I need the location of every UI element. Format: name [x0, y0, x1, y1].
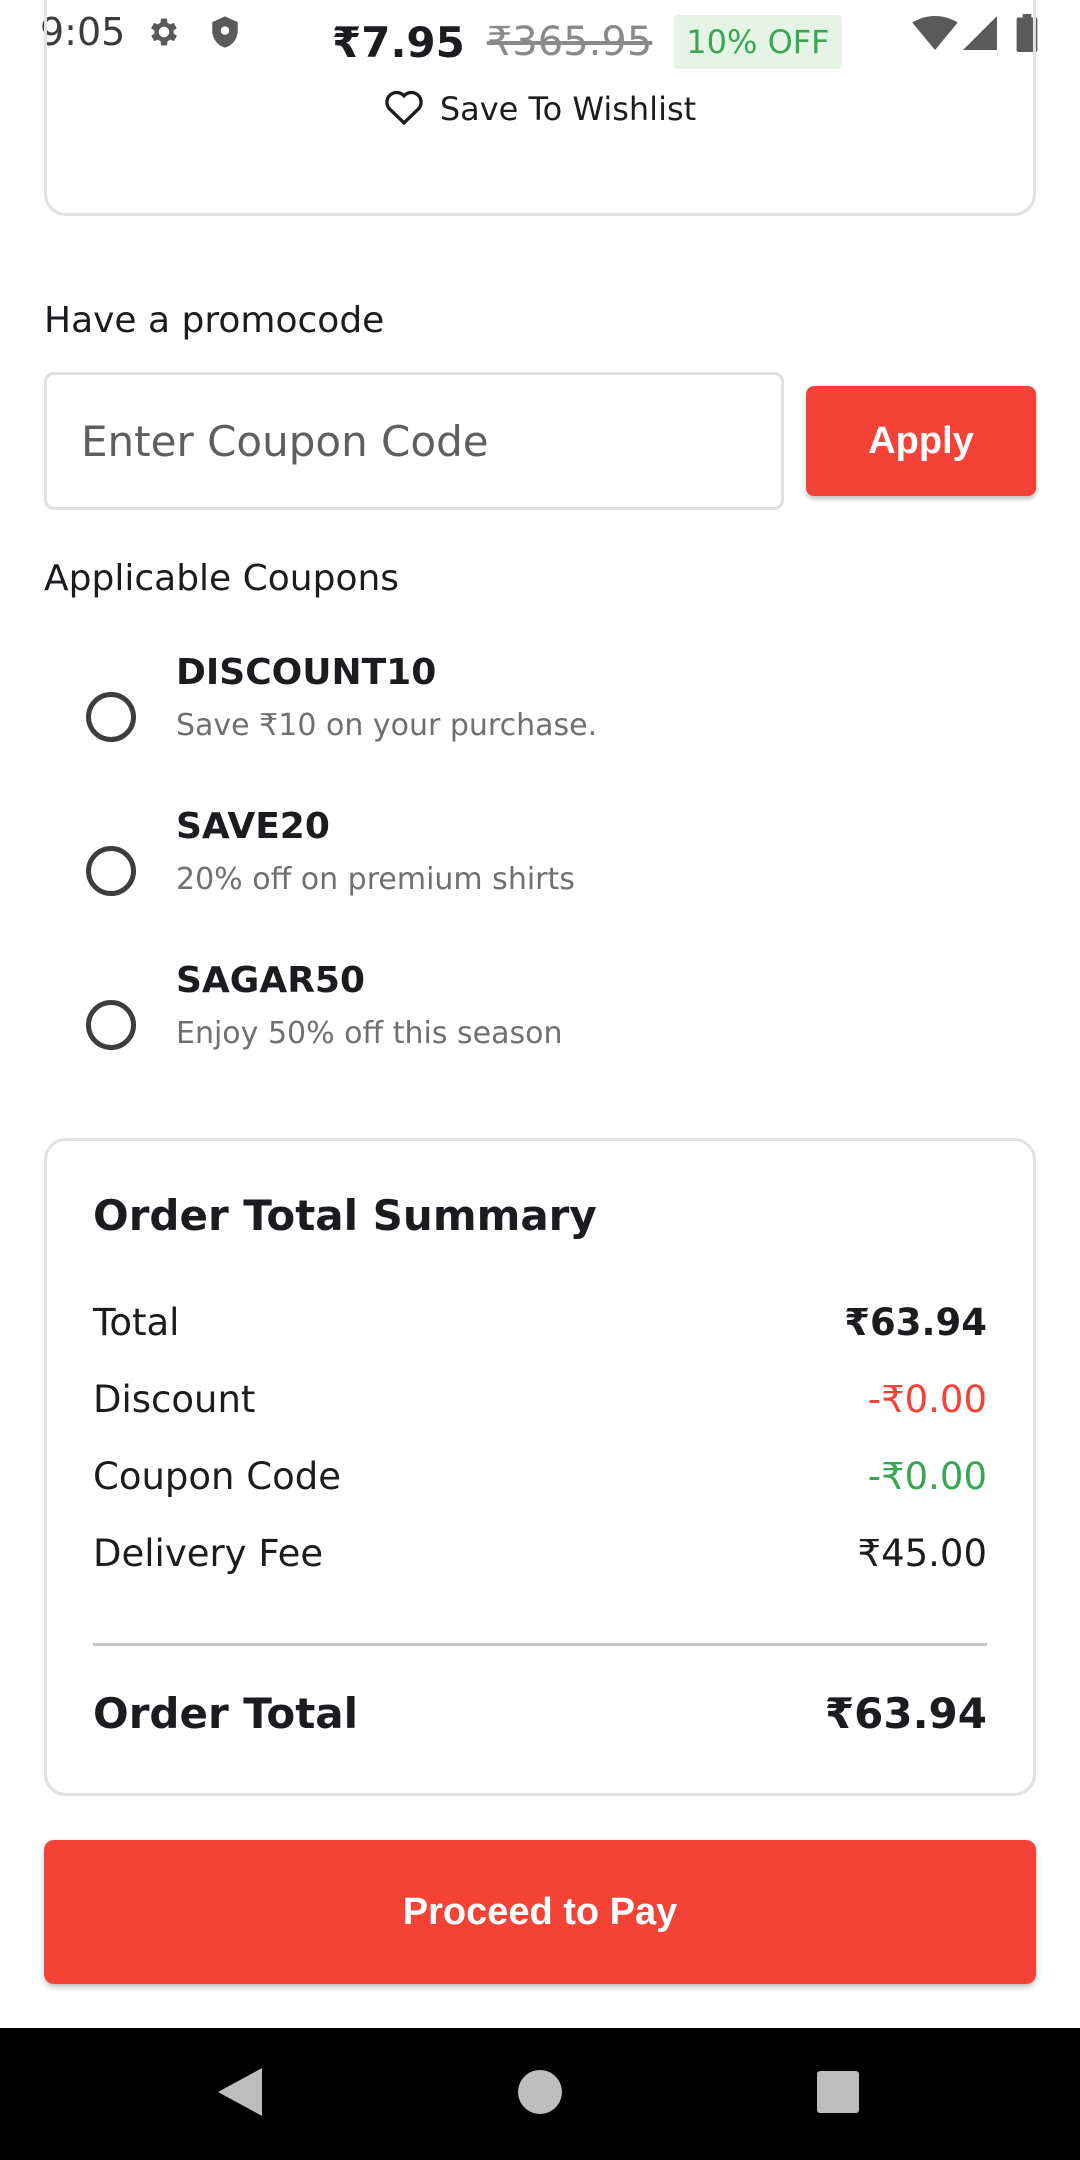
- row-label: Delivery Fee: [93, 1531, 324, 1575]
- row-value: ₹45.00: [857, 1531, 987, 1575]
- coupon-option-discount10[interactable]: DISCOUNT10 Save ₹10 on your purchase.: [44, 652, 1036, 782]
- recents-square-icon: [817, 2071, 859, 2117]
- radio-button[interactable]: [86, 692, 136, 742]
- proceed-to-pay-button[interactable]: Proceed to Pay: [44, 1840, 1036, 1984]
- row-value: -₹0.00: [867, 1454, 987, 1498]
- applicable-coupons-heading: Applicable Coupons: [44, 558, 400, 599]
- coupon-code-input[interactable]: [44, 372, 784, 510]
- coupon-description: Enjoy 50% off this season: [176, 1016, 563, 1051]
- coupon-code: SAVE20: [176, 806, 330, 847]
- summary-row-discount: Discount -₹0.00: [93, 1374, 987, 1424]
- recents-button[interactable]: [758, 2028, 918, 2160]
- save-to-wishlist-button[interactable]: Save To Wishlist: [47, 88, 1033, 130]
- navigation-bar: [0, 2028, 1080, 2160]
- summary-row-delivery: Delivery Fee ₹45.00: [93, 1528, 987, 1578]
- row-value: -₹0.00: [867, 1377, 987, 1421]
- divider: [93, 1643, 987, 1646]
- order-total-row: Order Total ₹63.94: [93, 1689, 987, 1738]
- back-button[interactable]: [160, 2028, 320, 2160]
- coupon-option-sagar50[interactable]: SAGAR50 Enjoy 50% off this season: [44, 960, 1036, 1090]
- apply-button[interactable]: Apply: [806, 386, 1036, 496]
- row-label: Coupon Code: [93, 1454, 341, 1498]
- wishlist-label: Save To Wishlist: [439, 90, 697, 128]
- coupon-description: Save ₹10 on your purchase.: [176, 708, 598, 743]
- summary-title: Order Total Summary: [93, 1191, 597, 1240]
- row-label: Discount: [93, 1377, 256, 1421]
- promocode-heading: Have a promocode: [44, 300, 385, 341]
- order-summary-card: Order Total Summary Total ₹63.94 Discoun…: [44, 1138, 1036, 1796]
- summary-row-total: Total ₹63.94: [93, 1297, 987, 1347]
- heart-icon: [384, 88, 424, 130]
- row-label: Total: [93, 1300, 180, 1344]
- order-total-label: Order Total: [93, 1689, 359, 1738]
- coupon-code: SAGAR50: [176, 960, 366, 1001]
- coupon-code: DISCOUNT10: [176, 652, 437, 693]
- coupon-option-save20[interactable]: SAVE20 20% off on premium shirts: [44, 806, 1036, 936]
- order-total-value: ₹63.94: [824, 1689, 987, 1738]
- product-card: Save To Wishlist: [44, 0, 1036, 216]
- coupon-description: 20% off on premium shirts: [176, 862, 575, 897]
- radio-button[interactable]: [86, 1000, 136, 1050]
- radio-button[interactable]: [86, 846, 136, 896]
- back-triangle-icon: [218, 2068, 262, 2120]
- summary-row-coupon: Coupon Code -₹0.00: [93, 1451, 987, 1501]
- home-button[interactable]: [460, 2028, 620, 2160]
- home-circle-icon: [518, 2070, 562, 2118]
- row-value: ₹63.94: [844, 1300, 987, 1344]
